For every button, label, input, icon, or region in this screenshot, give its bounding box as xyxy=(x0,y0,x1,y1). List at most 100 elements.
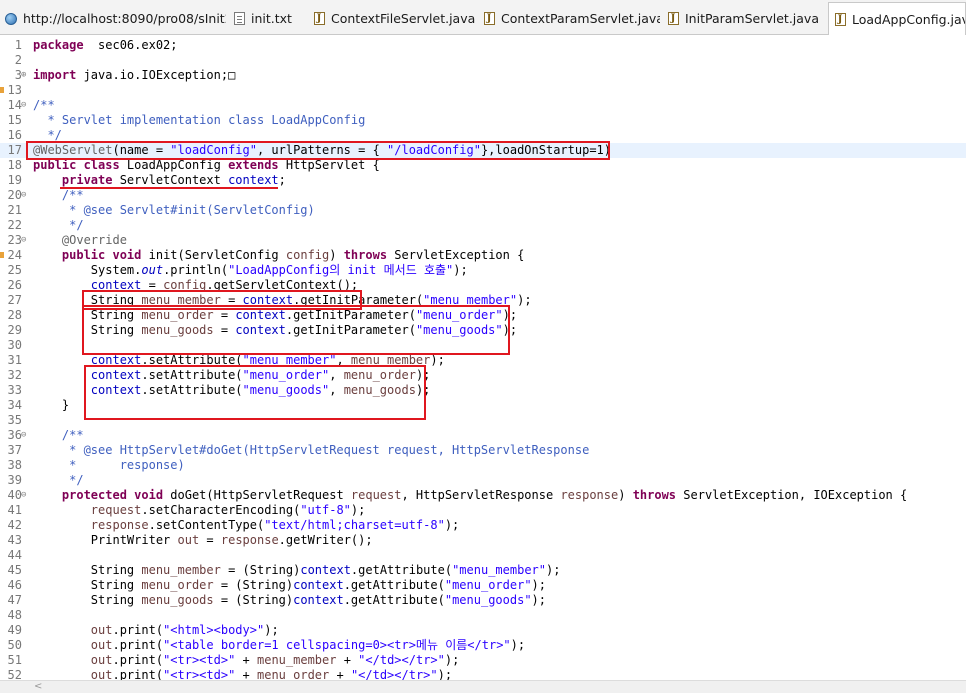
code-token: out xyxy=(90,653,113,667)
code-token: "menu_member" xyxy=(452,563,546,577)
code-line[interactable]: 15 * Servlet implementation class LoadAp… xyxy=(0,113,966,128)
line-number: 25 xyxy=(7,263,22,277)
code-token: .getAttribute( xyxy=(343,593,445,607)
code-line[interactable]: 20 ⊖ /** xyxy=(0,188,966,203)
tab-3[interactable]: J ContextFileServlet.java xyxy=(308,3,476,34)
code-token: PrintWriter xyxy=(33,533,178,547)
code-text: public class LoadAppConfig extends HttpS… xyxy=(33,158,380,173)
code-line[interactable]: 48 xyxy=(0,608,966,623)
fold-collapse-icon[interactable]: ⊖ xyxy=(21,188,26,203)
code-line[interactable]: 1 package sec06.ex02; xyxy=(0,38,966,53)
code-line[interactable]: 41 request.setCharacterEncoding("utf-8")… xyxy=(0,503,966,518)
code-token: private xyxy=(61,173,113,187)
code-token: @Override xyxy=(33,233,127,247)
tab-5[interactable]: J InitParamServlet.java xyxy=(662,3,826,34)
code-line[interactable]: 52 out.print("<tr><td>" + menu_order + "… xyxy=(0,668,966,680)
code-token: = (String) xyxy=(213,578,294,592)
code-line[interactable]: 46 String menu_order = (String)context.g… xyxy=(0,578,966,593)
code-text: PrintWriter out = response.getWriter(); xyxy=(33,533,373,548)
code-token: public void xyxy=(61,248,142,262)
horizontal-scrollbar[interactable]: < xyxy=(0,680,966,693)
code-token: .getAttribute( xyxy=(350,563,453,577)
line-number: 39 xyxy=(7,473,22,487)
code-line[interactable]: 38 * response) xyxy=(0,458,966,473)
tab-label: ContextParamServlet.java xyxy=(501,11,660,26)
code-line[interactable]: 14 ⊖ /** xyxy=(0,98,966,113)
code-token: response xyxy=(220,533,279,547)
code-line[interactable]: 25 System.out.println("LoadAppConfig의 in… xyxy=(0,263,966,278)
code-line[interactable]: 13 xyxy=(0,83,966,98)
code-token: ServletException { xyxy=(387,248,525,262)
code-token: , HttpServletResponse xyxy=(401,488,561,502)
code-token: response xyxy=(560,488,619,502)
fold-expand-icon[interactable]: ⊕ xyxy=(21,68,26,83)
code-token: System. xyxy=(33,263,142,277)
code-token: ); xyxy=(437,668,453,680)
line-number: 23 xyxy=(7,233,22,247)
code-line[interactable]: 19 private ServletContext context; xyxy=(0,173,966,188)
code-token: doGet(HttpServletRequest xyxy=(163,488,351,502)
code-line[interactable]: 50 out.print("<table border=1 cellspacin… xyxy=(0,638,966,653)
code-line[interactable]: 47 String menu_goods = (String)context.g… xyxy=(0,593,966,608)
line-number: 33 xyxy=(7,383,22,397)
code-token: context xyxy=(293,593,344,607)
code-line[interactable]: 40 ⊖ protected void doGet(HttpServletRequ… xyxy=(0,488,966,503)
line-number: 28 xyxy=(7,308,22,322)
code-line[interactable]: 39 */ xyxy=(0,473,966,488)
tab-4[interactable]: J ContextParamServlet.java xyxy=(478,3,660,34)
code-line[interactable]: 51 out.print("<tr><td>" + menu_member + … xyxy=(0,653,966,668)
code-line[interactable]: 2 xyxy=(0,53,966,68)
code-token: LoadAppConfig xyxy=(119,158,229,172)
code-line[interactable]: 22 */ xyxy=(0,218,966,233)
line-number: 14 xyxy=(7,98,22,112)
code-token: "<tr><td>" xyxy=(163,653,236,667)
fold-collapse-icon[interactable]: ⊖ xyxy=(21,488,26,503)
code-line[interactable]: 36 ⊖ /** xyxy=(0,428,966,443)
tab-6[interactable]: J LoadAppConfig.java xyxy=(828,2,966,35)
code-line[interactable]: 3 ⊕ import java.io.IOException;□ xyxy=(0,68,966,83)
code-text: package sec06.ex02; xyxy=(33,38,178,53)
code-line[interactable]: 24 public void init(ServletConfig config… xyxy=(0,248,966,263)
code-token: context xyxy=(228,173,279,187)
line-number: 49 xyxy=(7,623,22,637)
code-editor[interactable]: 1 package sec06.ex02; 2 3 ⊕ import java.io.IO… xyxy=(0,35,966,680)
code-token: * @see HttpServlet#doGet(HttpServletRequ… xyxy=(33,443,590,457)
fold-collapse-icon[interactable]: ⊖ xyxy=(21,233,26,248)
java-file-icon: J xyxy=(482,12,496,26)
scroll-left-arrow-icon[interactable]: < xyxy=(34,681,42,693)
code-token: "LoadAppConfig의 init 메서드 호출" xyxy=(228,263,454,277)
tab-2[interactable]: init.txt xyxy=(228,3,306,34)
fold-collapse-icon[interactable]: ⊖ xyxy=(21,428,26,443)
code-token: * response) xyxy=(33,458,185,472)
code-token: protected void xyxy=(61,488,164,502)
code-token: ); xyxy=(444,653,460,667)
code-token: out xyxy=(141,263,164,277)
code-line[interactable]: 18 public class LoadAppConfig extends Htt… xyxy=(0,158,966,173)
code-line[interactable]: 49 out.print("<html><body>"); xyxy=(0,623,966,638)
java-file-icon: J xyxy=(666,12,680,26)
code-line[interactable]: 21 * @see Servlet#init(ServletConfig) xyxy=(0,203,966,218)
code-line[interactable]: 42 response.setContentType("text/html;ch… xyxy=(0,518,966,533)
tab-1[interactable]: http://localhost:8090/pro08/sInit2 xyxy=(0,3,226,34)
code-line[interactable]: 44 xyxy=(0,548,966,563)
line-number: 22 xyxy=(7,218,22,232)
code-line[interactable]: 45 String menu_member = (String)context.… xyxy=(0,563,966,578)
code-line[interactable]: 43 PrintWriter out = response.getWriter(… xyxy=(0,533,966,548)
annotation-underline-context-field xyxy=(60,187,278,189)
code-token: /** xyxy=(33,428,84,442)
code-token: config xyxy=(285,248,330,262)
code-line[interactable]: 37 * @see HttpServlet#doGet(HttpServletR… xyxy=(0,443,966,458)
code-token: /** xyxy=(33,188,84,202)
line-number: 17 xyxy=(7,143,22,157)
code-token: */ xyxy=(33,128,62,142)
fold-collapse-icon[interactable]: ⊖ xyxy=(21,98,26,113)
code-token: request xyxy=(90,503,142,517)
code-token: out xyxy=(90,638,113,652)
code-token: + xyxy=(329,668,351,680)
code-text: response.setContentType("text/html;chars… xyxy=(33,518,459,533)
code-line[interactable]: 23 ⊖ @Override xyxy=(0,233,966,248)
